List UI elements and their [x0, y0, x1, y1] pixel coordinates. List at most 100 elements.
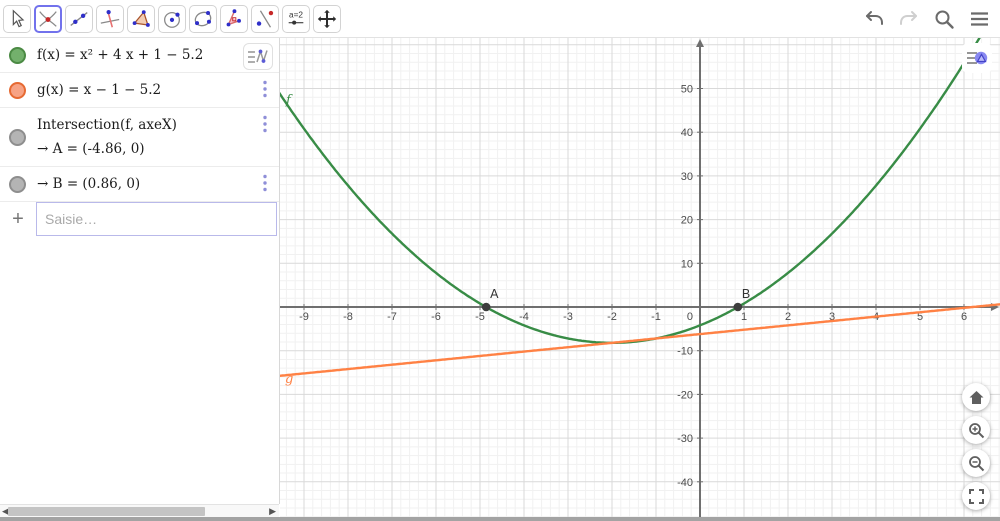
expression-line: g(x) = x − 1 − 5.2 [37, 78, 245, 102]
move-graphics-view-icon [316, 8, 338, 30]
undo-button[interactable] [860, 5, 888, 33]
svg-text:-2: -2 [607, 311, 617, 323]
zoom-in-icon [968, 422, 985, 439]
algebra-row[interactable]: → B = (0.86, 0) [0, 167, 279, 202]
svg-text:10: 10 [681, 258, 693, 270]
tool-polygon-button[interactable] [127, 5, 155, 33]
window-bottom-scrollbar[interactable] [0, 517, 1000, 521]
svg-text:a=2: a=2 [289, 10, 303, 19]
expression-text: → B = (0.86, 0) [37, 172, 245, 196]
tool-circle-center-point-button[interactable] [158, 5, 186, 33]
add-input-button[interactable]: + [0, 202, 36, 236]
top-toolbar: a=2 [0, 0, 1000, 38]
point-B[interactable] [734, 303, 743, 312]
move-icon [6, 8, 28, 30]
scroll-right-icon[interactable]: ▶ [269, 505, 276, 517]
expression-text: f(x) = x² + 4 x + 1 − 5.2 [37, 43, 245, 67]
kebab-menu-icon [262, 115, 268, 133]
perpendicular-line-icon [99, 8, 121, 30]
expression-text: g(x) = x − 1 − 5.2 [37, 78, 245, 102]
point-A[interactable] [482, 303, 491, 312]
expression-line: → A = (-4.86, 0) [37, 137, 245, 161]
zoom-in-button[interactable] [962, 416, 990, 444]
expression-line: f(x) = x² + 4 x + 1 − 5.2 [37, 43, 245, 67]
svg-text:-10: -10 [677, 346, 693, 358]
fullscreen-icon [968, 488, 985, 505]
svg-text:20: 20 [681, 215, 693, 227]
graph-canvas[interactable]: -9-8-7-6-5-4-3-2-11234565040302010-10-20… [280, 38, 1000, 517]
row-menu-button[interactable] [262, 174, 268, 197]
expression-text: Intersection(f, axeX)→ A = (-4.86, 0) [37, 113, 245, 161]
svg-text:0: 0 [687, 311, 693, 323]
home-icon [968, 389, 985, 406]
line-icon [68, 8, 90, 30]
algebra-row[interactable]: Intersection(f, axeX)→ A = (-4.86, 0) [0, 108, 279, 167]
graphics-view[interactable]: -9-8-7-6-5-4-3-2-11234565040302010-10-20… [280, 38, 1000, 517]
fullscreen-button[interactable] [962, 482, 990, 510]
angle-icon [223, 8, 245, 30]
svg-text:50: 50 [681, 84, 693, 96]
tool-angle-button[interactable] [220, 5, 248, 33]
svg-text:6: 6 [961, 311, 967, 323]
tool-move-button[interactable] [3, 5, 31, 33]
svg-text:30: 30 [681, 171, 693, 183]
object-visibility-bullet[interactable] [9, 129, 26, 146]
tool-slider-button[interactable]: a=2 [282, 5, 310, 33]
tool-perpendicular-line-button[interactable] [96, 5, 124, 33]
svg-text:2: 2 [785, 311, 791, 323]
zoom-out-icon [968, 455, 985, 472]
expression-line: Intersection(f, axeX) [37, 113, 245, 137]
tool-move-graphics-view-button[interactable] [313, 5, 341, 33]
menu-icon [967, 7, 991, 31]
expression-line: → B = (0.86, 0) [37, 172, 245, 196]
svg-text:-20: -20 [677, 389, 693, 401]
svg-text:1: 1 [741, 311, 747, 323]
reflect-about-line-icon [254, 8, 276, 30]
algebra-horizontal-scrollbar[interactable]: ◀ ▶ [0, 504, 279, 517]
algebra-panel: f(x) = x² + 4 x + 1 − 5.2 g(x) = x − 1 − … [0, 38, 280, 504]
algebra-row[interactable]: g(x) = x − 1 − 5.2 [0, 73, 279, 108]
search-button[interactable] [930, 5, 958, 33]
object-visibility-bullet[interactable] [9, 176, 26, 193]
tool-conic-five-points-button[interactable] [189, 5, 217, 33]
row-menu-button[interactable] [262, 80, 268, 103]
svg-text:-30: -30 [677, 433, 693, 445]
polygon-icon [130, 8, 152, 30]
svg-text:-8: -8 [343, 311, 353, 323]
algebra-settings-button[interactable] [243, 43, 273, 70]
object-visibility-bullet[interactable] [9, 82, 26, 99]
home-button[interactable] [962, 383, 990, 411]
scrollbar-thumb[interactable] [8, 507, 205, 516]
algebra-input[interactable] [36, 202, 277, 236]
point-label-A: A [490, 287, 499, 301]
algebra-row[interactable]: f(x) = x² + 4 x + 1 − 5.2 [0, 38, 279, 73]
search-icon [932, 7, 956, 31]
svg-text:-3: -3 [563, 311, 573, 323]
graphics-settings-button[interactable] [962, 43, 992, 73]
menu-button[interactable] [965, 5, 993, 33]
svg-text:-9: -9 [299, 311, 309, 323]
tool-line-button[interactable] [65, 5, 93, 33]
object-visibility-bullet[interactable] [9, 47, 26, 64]
conic-five-points-icon [192, 8, 214, 30]
kebab-menu-icon [262, 80, 268, 98]
slider-icon: a=2 [285, 8, 307, 30]
graphics-settings-icon [964, 45, 990, 71]
algebra-settings-icon [246, 46, 270, 68]
svg-text:-5: -5 [475, 311, 485, 323]
svg-text:40: 40 [681, 127, 693, 139]
tool-intersect-button[interactable] [34, 5, 62, 33]
row-menu-button[interactable] [262, 115, 268, 138]
redo-icon [897, 7, 921, 31]
curve-f[interactable] [280, 38, 1000, 343]
kebab-menu-icon [262, 174, 268, 192]
zoom-out-button[interactable] [962, 449, 990, 477]
svg-text:-4: -4 [519, 311, 529, 323]
point-label-B: B [742, 287, 750, 301]
intersect-icon [37, 8, 59, 30]
svg-text:-6: -6 [431, 311, 441, 323]
circle-center-point-icon [161, 8, 183, 30]
undo-icon [862, 7, 886, 31]
redo-button[interactable] [895, 5, 923, 33]
tool-reflect-about-line-button[interactable] [251, 5, 279, 33]
